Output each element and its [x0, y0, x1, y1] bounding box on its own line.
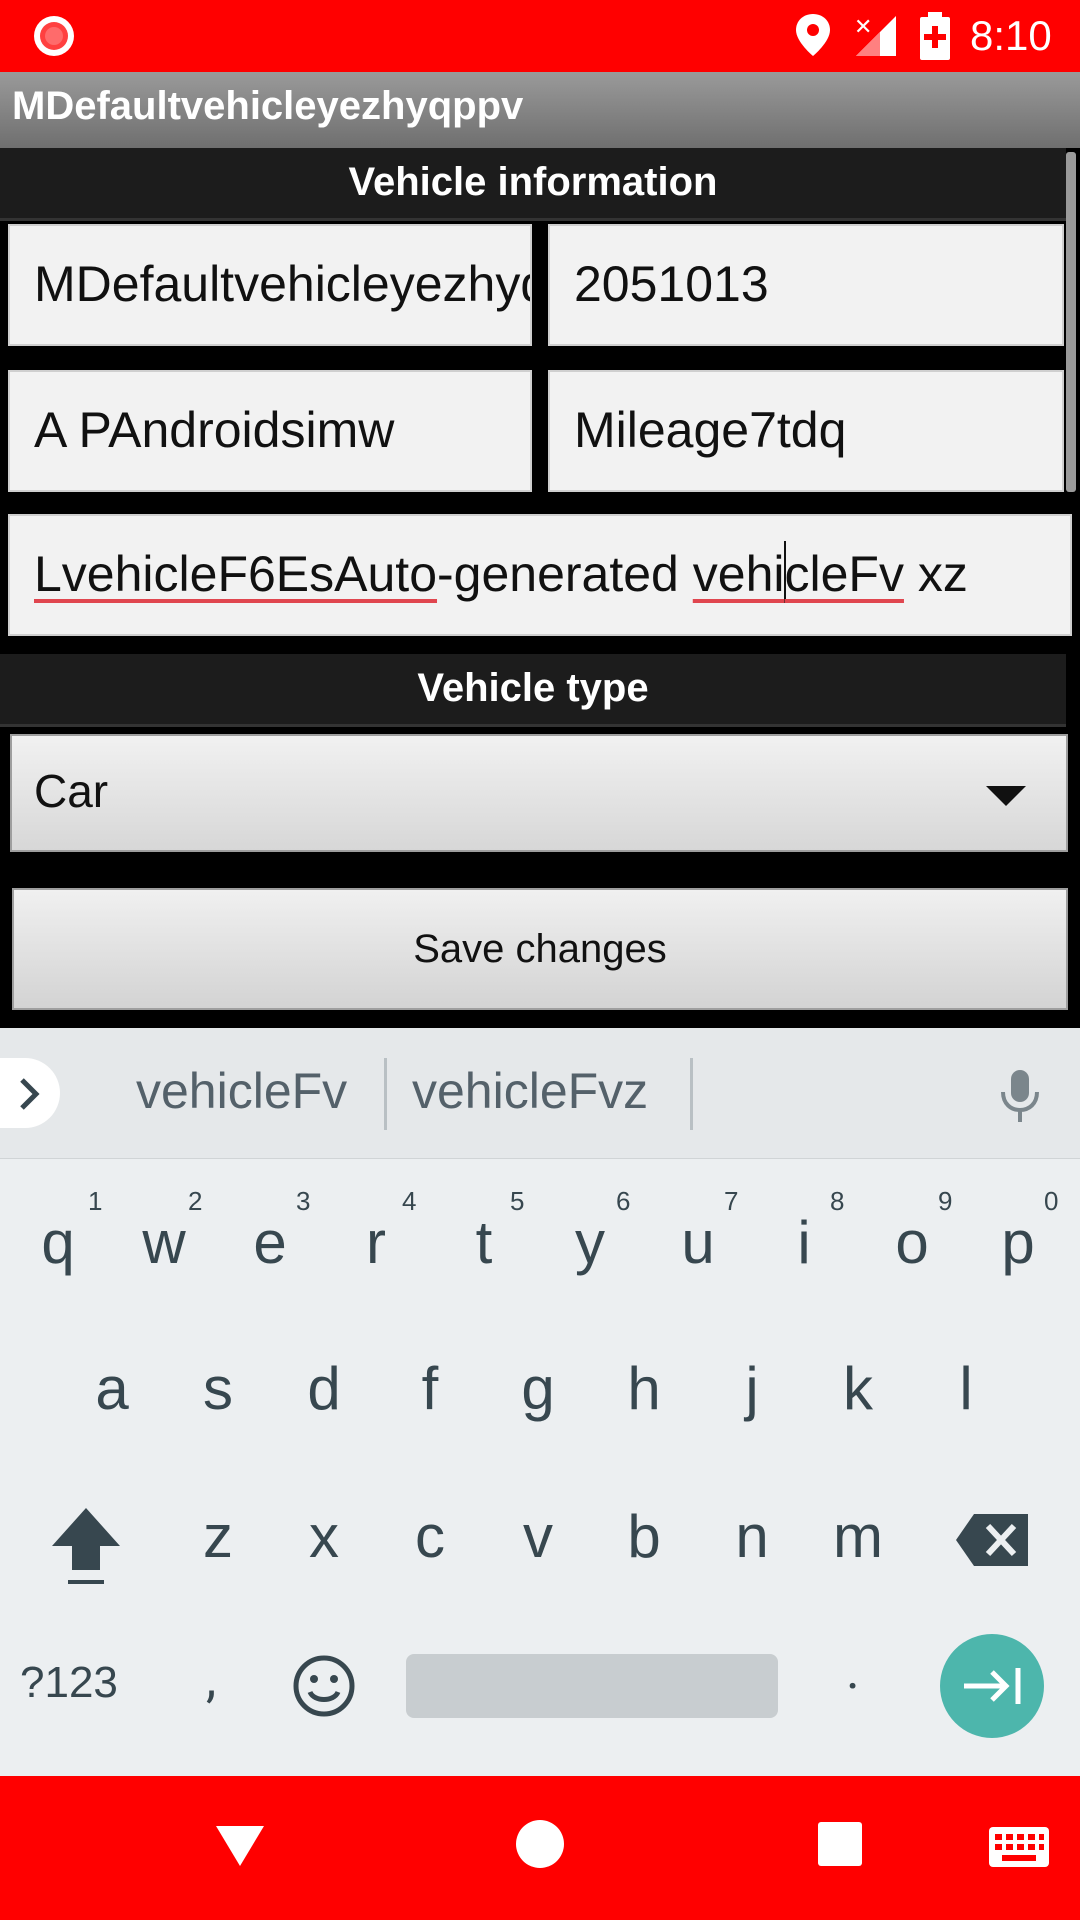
emoji-icon[interactable] [292, 1654, 356, 1718]
key-h[interactable]: h [594, 1354, 694, 1423]
recents-icon[interactable] [818, 1822, 862, 1866]
next-field-button[interactable] [940, 1634, 1044, 1738]
notes-text: -generated [437, 546, 693, 602]
key-c[interactable]: c [380, 1502, 480, 1571]
vehicle-name-field[interactable]: MDefaultvehicleyezhyqppv [8, 224, 532, 346]
current-word: vehicleFv [692, 541, 904, 603]
vehicle-mileage-field[interactable]: Mileage7tdq [548, 370, 1064, 492]
key-i[interactable]: i [754, 1208, 854, 1277]
vehicle-number-field[interactable]: 2051013 [548, 224, 1064, 346]
signal-no-data-icon: ✕ [854, 15, 896, 56]
app-bar: MDefaultvehicleyezhyqppv [0, 72, 1080, 148]
microphone-icon[interactable] [994, 1068, 1046, 1124]
page-title: MDefaultvehicleyezhyqppv [12, 84, 524, 128]
key-l[interactable]: l [916, 1354, 1016, 1423]
suggestion-bar: vehicleFv vehicleFvz [0, 1028, 1080, 1159]
misspelled-word: LvehicleF6EsAuto [34, 546, 438, 602]
chevron-right-icon [20, 1078, 40, 1110]
backspace-icon[interactable] [954, 1512, 1030, 1568]
vehicle-type-value: Car [34, 765, 109, 817]
symbols-key[interactable]: ?123 [20, 1658, 118, 1708]
key-s[interactable]: s [168, 1354, 268, 1423]
key-j[interactable]: j [702, 1354, 802, 1423]
status-bar: ✕ 8:10 [0, 0, 1080, 72]
current-word-after-cursor: cleFv [784, 546, 904, 602]
key-k[interactable]: k [808, 1354, 908, 1423]
current-word-before-cursor: vehi [692, 546, 785, 602]
key-n[interactable]: n [702, 1502, 802, 1571]
soft-keyboard: vehicleFv vehicleFvz 1 2 3 4 5 6 7 8 9 0… [0, 1028, 1080, 1776]
save-button[interactable]: Save changes [12, 888, 1068, 1010]
key-w[interactable]: w [114, 1208, 214, 1277]
notes-text-tail: xz [903, 546, 968, 602]
vehicle-type-dropdown[interactable]: Car [10, 734, 1068, 852]
vehicle-notes-field[interactable]: LvehicleF6EsAuto-generated vehicleFv xz [8, 514, 1072, 636]
key-comma[interactable]: , [206, 1648, 216, 1709]
clock: 8:10 [970, 12, 1052, 59]
key-e[interactable]: e [220, 1208, 320, 1277]
key-d[interactable]: d [274, 1354, 374, 1423]
vehicle-model-field[interactable]: A PAndroidsimw [8, 370, 532, 492]
key-u[interactable]: u [648, 1208, 748, 1277]
record-icon [34, 16, 74, 56]
tab-next-icon [964, 1668, 1021, 1704]
key-a[interactable]: a [62, 1354, 162, 1423]
home-icon[interactable] [516, 1820, 564, 1868]
battery-charging-icon [920, 12, 950, 60]
key-v[interactable]: v [488, 1502, 588, 1571]
keyboard-switch-icon[interactable] [988, 1826, 1050, 1868]
key-o[interactable]: o [862, 1208, 962, 1277]
suggestion-2[interactable]: vehicleFvz [412, 1062, 648, 1120]
key-f[interactable]: f [380, 1354, 480, 1423]
suggestion-1[interactable]: vehicleFv [136, 1062, 347, 1120]
key-period[interactable]: . [846, 1640, 860, 1701]
svg-text:✕: ✕ [854, 15, 872, 40]
key-b[interactable]: b [594, 1502, 694, 1571]
back-icon[interactable] [214, 1824, 266, 1868]
vehicle-type-header: Vehicle type [0, 654, 1066, 727]
dropdown-arrow-icon [986, 786, 1026, 806]
key-r[interactable]: r [326, 1208, 426, 1277]
key-g[interactable]: g [488, 1354, 588, 1423]
space-key[interactable] [406, 1654, 778, 1718]
vehicle-info-header: Vehicle information [0, 148, 1066, 221]
suggestions-expand-button[interactable] [0, 1058, 60, 1128]
key-z[interactable]: z [168, 1502, 268, 1571]
shift-icon[interactable] [48, 1504, 124, 1588]
suggestion-divider [384, 1058, 387, 1130]
suggestion-divider [690, 1058, 693, 1130]
key-m[interactable]: m [808, 1502, 908, 1571]
scrollbar[interactable] [1066, 152, 1076, 492]
location-icon [796, 14, 830, 56]
key-x[interactable]: x [274, 1502, 374, 1571]
key-y[interactable]: y [540, 1208, 640, 1277]
key-p[interactable]: p [968, 1208, 1068, 1277]
navigation-bar [0, 1776, 1080, 1920]
key-t[interactable]: t [434, 1208, 534, 1277]
key-q[interactable]: q [8, 1208, 108, 1277]
